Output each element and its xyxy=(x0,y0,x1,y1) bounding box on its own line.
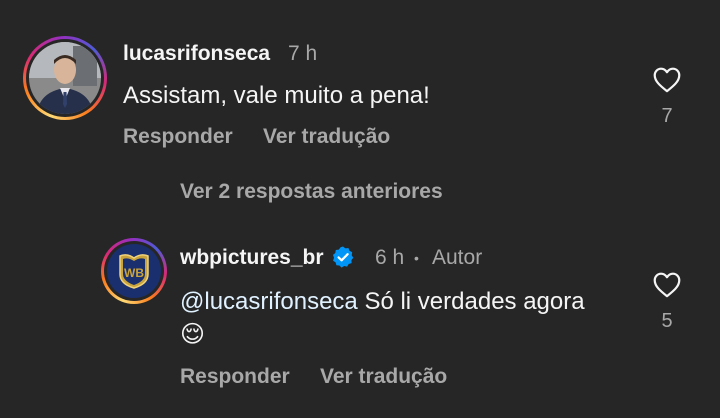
comment-emoji: 😌 xyxy=(180,320,206,348)
translate-button[interactable]: Ver tradução xyxy=(320,365,447,389)
reply-button[interactable]: Responder xyxy=(180,365,290,389)
comment-text: @lucasrifonseca Só li verdades agora xyxy=(180,288,585,316)
wb-logo-text: WB xyxy=(124,266,144,280)
username-text[interactable]: wbpictures_br xyxy=(180,246,324,269)
comment-username[interactable]: lucasrifonseca xyxy=(123,42,270,66)
translate-button[interactable]: Ver tradução xyxy=(263,125,390,149)
like-count: 5 xyxy=(661,310,673,332)
meta-separator: • xyxy=(414,250,419,266)
comment-timestamp: 6 h xyxy=(375,246,405,269)
avatar-lucasrifonseca[interactable] xyxy=(23,36,107,120)
comment-body: Só li verdades agora xyxy=(357,288,585,315)
like-count: 7 xyxy=(661,105,673,127)
like-control: 7 xyxy=(651,66,683,128)
profile-photo xyxy=(29,42,101,114)
comment-timestamp: 7 h xyxy=(288,42,318,65)
comment-text: Assistam, vale muito a pena! xyxy=(123,82,430,109)
verified-badge-icon xyxy=(333,246,354,268)
like-control: 5 xyxy=(651,271,683,333)
reply-button[interactable]: Responder xyxy=(123,125,233,149)
view-previous-replies-button[interactable]: Ver 2 respostas anteriores xyxy=(180,180,443,204)
mention-link[interactable]: @lucasrifonseca xyxy=(180,288,358,315)
heart-outline-icon[interactable] xyxy=(652,271,682,298)
avatar-wbpictures_br[interactable]: WB xyxy=(101,238,167,304)
author-badge: Autor xyxy=(432,246,483,269)
wb-logo-icon: WB xyxy=(107,244,161,298)
comment-username[interactable]: wbpictures_br xyxy=(180,246,355,270)
heart-outline-icon[interactable] xyxy=(652,66,682,93)
